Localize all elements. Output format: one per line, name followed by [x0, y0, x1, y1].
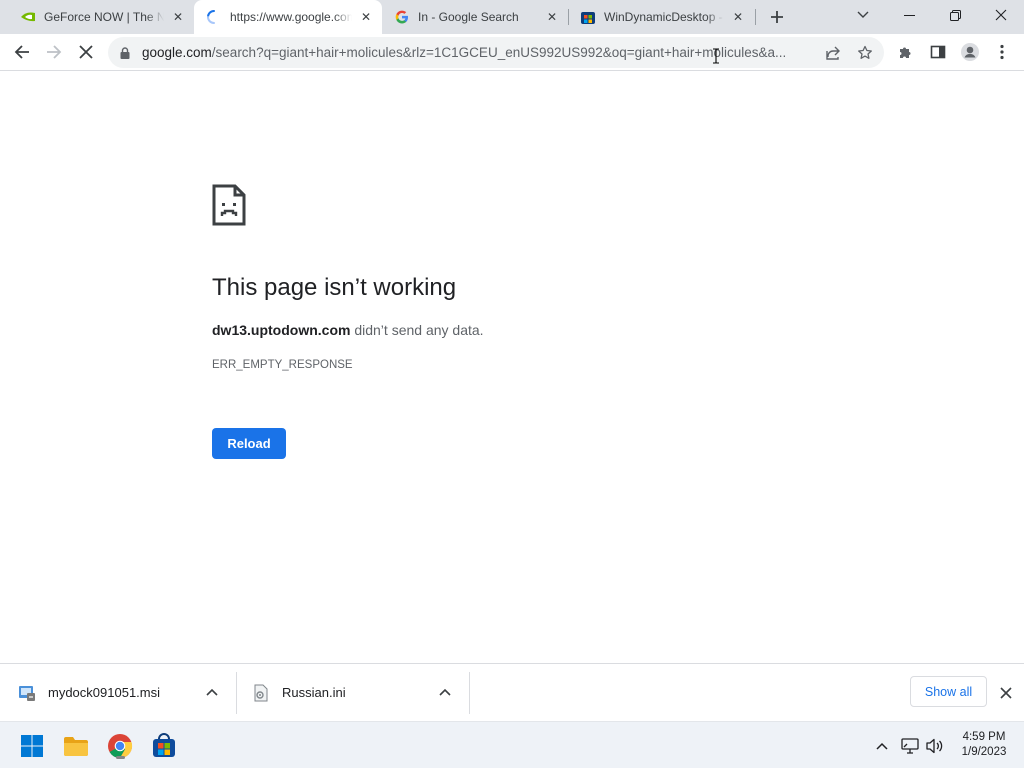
close-window-button[interactable] — [978, 0, 1024, 30]
clock-date: 1/9/2023 — [961, 746, 1007, 758]
side-panel-icon — [930, 45, 946, 59]
ini-file-icon — [252, 684, 270, 702]
url-path: /search?q=giant+hair+molicules&rlz=1C1GC… — [211, 45, 787, 60]
chrome-icon[interactable] — [104, 730, 136, 762]
tab-google-search[interactable]: In - Google Search ✕ — [382, 0, 568, 34]
forward-button[interactable] — [40, 38, 68, 66]
loading-spinner-icon — [206, 9, 222, 25]
error-description: dw13.uptodown.com didn’t send any data. — [212, 322, 484, 338]
extensions-button[interactable] — [892, 38, 920, 66]
close-tab-icon[interactable]: ✕ — [358, 9, 374, 25]
error-host: dw13.uptodown.com — [212, 322, 351, 338]
tab-geforce-now[interactable]: GeForce NOW | The New ✕ — [8, 0, 194, 34]
back-button[interactable] — [8, 38, 36, 66]
page-content: This page isn’t working dw13.uptodown.co… — [0, 72, 1024, 663]
restore-button[interactable] — [932, 0, 978, 30]
chevron-up-icon[interactable] — [437, 684, 453, 700]
nvidia-icon — [20, 9, 36, 25]
download-filename: mydock091051.msi — [48, 685, 160, 700]
stop-x-icon — [79, 45, 93, 59]
reload-button[interactable]: Reload — [212, 428, 286, 459]
kebab-menu-icon — [1000, 44, 1004, 60]
sad-page-icon — [212, 184, 246, 231]
tab-title: In - Google Search — [418, 10, 519, 24]
arrow-right-icon — [47, 45, 62, 59]
download-separator — [236, 672, 237, 714]
microsoft-store-icon[interactable] — [148, 730, 180, 762]
volume-icon[interactable] — [925, 736, 945, 756]
google-g-icon — [394, 9, 410, 25]
tab-windynamicdesktop[interactable]: WinDynamicDesktop - Microsoft Store ✕ — [568, 0, 754, 34]
close-tab-icon[interactable]: ✕ — [544, 9, 560, 25]
downloads-bar: mydock091051.msi Russian.ini Show all — [0, 663, 1024, 721]
arrow-left-icon — [14, 45, 29, 59]
browser-toolbar: google.com/search?q=giant+hair+molicules… — [0, 34, 1024, 71]
download-separator — [469, 672, 470, 714]
text-cursor-icon — [711, 48, 721, 64]
restore-icon — [949, 9, 961, 21]
url-host: google.com — [142, 45, 212, 60]
share-icon[interactable] — [822, 42, 844, 64]
profile-button[interactable] — [956, 38, 984, 66]
puzzle-icon — [900, 47, 911, 58]
tab-title: GeForce NOW | The New — [44, 10, 164, 24]
chevron-down-icon — [857, 11, 869, 18]
minimize-button[interactable] — [886, 0, 932, 30]
minimize-icon — [903, 14, 915, 16]
avatar-icon — [961, 43, 979, 61]
tab-search-button[interactable] — [840, 0, 886, 30]
new-tab-button[interactable] — [764, 5, 790, 29]
file-explorer-icon[interactable] — [60, 730, 92, 762]
plus-icon — [771, 11, 783, 23]
menu-button[interactable] — [988, 38, 1016, 66]
close-icon — [995, 9, 1007, 21]
error-title: This page isn’t working — [212, 274, 457, 301]
close-tab-icon[interactable]: ✕ — [730, 9, 746, 25]
chevron-up-icon[interactable] — [204, 684, 220, 700]
lock-icon[interactable] — [120, 46, 130, 64]
side-panel-button[interactable] — [924, 38, 952, 66]
windows-start-icon[interactable] — [16, 730, 48, 762]
msi-installer-icon — [18, 684, 36, 702]
bookmark-star-icon[interactable] — [854, 42, 876, 64]
tab-strip: GeForce NOW | The New ✕ https://www.goog… — [0, 0, 1024, 34]
show-all-downloads-button[interactable]: Show all — [910, 676, 987, 707]
download-item-msi[interactable]: mydock091051.msi — [18, 664, 218, 721]
download-item-ini[interactable]: Russian.ini — [252, 664, 452, 721]
close-downloads-bar-icon[interactable] — [996, 683, 1016, 703]
error-message: didn’t send any data. — [350, 322, 484, 338]
clock-time: 4:59 PM — [962, 731, 1006, 743]
tab-title: https://www.google.com/search — [230, 10, 352, 24]
stop-loading-button[interactable] — [72, 38, 100, 66]
tab-title: WinDynamicDesktop - Microsoft Store — [604, 10, 724, 24]
chevron-up-icon[interactable] — [872, 736, 892, 756]
running-indicator — [116, 756, 125, 759]
error-code: ERR_EMPTY_RESPONSE — [212, 359, 353, 371]
ms-store-icon — [580, 9, 596, 25]
close-tab-icon[interactable]: ✕ — [170, 9, 186, 25]
tab-separator — [755, 9, 756, 25]
address-bar[interactable]: google.com/search?q=giant+hair+molicules… — [108, 37, 884, 68]
windows-taskbar: 4:59 PM 1/9/2023 — [0, 721, 1024, 768]
download-filename: Russian.ini — [282, 685, 346, 700]
system-clock[interactable]: 4:59 PM 1/9/2023 — [952, 730, 1016, 760]
tab-google-search-loading[interactable]: https://www.google.com/search ✕ — [194, 0, 382, 34]
network-icon[interactable] — [900, 736, 920, 756]
